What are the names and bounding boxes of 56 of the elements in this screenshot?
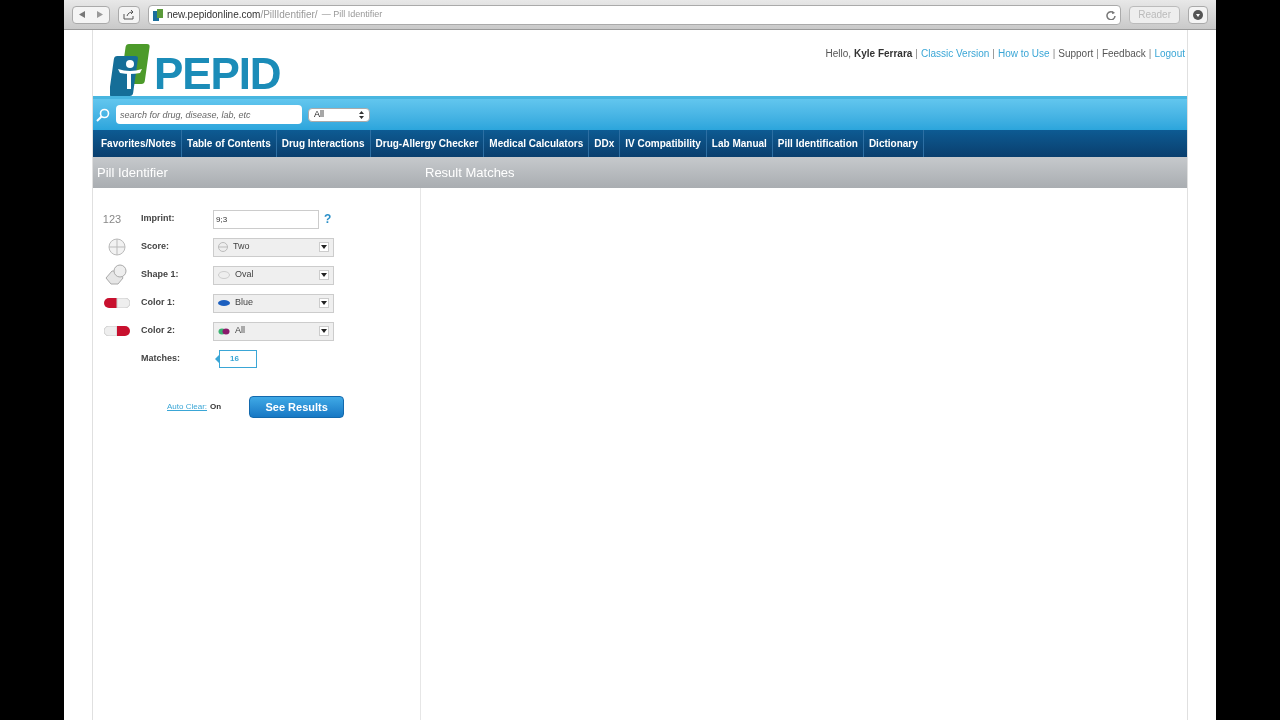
auto-clear-state: On (210, 401, 222, 413)
field-label: Score: (141, 240, 170, 254)
url-text: new.pepidonline.com/PillIdentifier/ (167, 8, 318, 22)
separator-text: | (992, 47, 995, 61)
scope-dropdown[interactable]: All (308, 107, 370, 122)
caret-icon (321, 245, 327, 249)
separator-text: | (915, 47, 918, 61)
field-label: Color 1: (141, 296, 176, 310)
logo[interactable]: PEPID (110, 38, 281, 96)
pointer-icon (215, 355, 219, 363)
capsule-icon (104, 326, 130, 336)
panel-title: Pill Identifier (97, 163, 169, 182)
caret-icon (321, 329, 327, 333)
caret-icon (321, 273, 327, 277)
back-forward-buttons[interactable] (72, 5, 110, 24)
separator-text: | (1148, 47, 1152, 61)
user-name: Kyle Ferrara (854, 47, 913, 61)
share-icon (123, 9, 135, 20)
crosshair-circle-icon (108, 238, 126, 256)
oval-icon (218, 300, 230, 306)
search-field[interactable]: search for drug, disease, lab, etc (116, 105, 302, 124)
separator-text: | (1052, 47, 1056, 61)
address-bar[interactable]: new.pepidonline.com/PillIdentifier/ — Pill Identifier (148, 4, 1122, 25)
stepper-arrows-icon (359, 110, 364, 119)
matches-count: 16 (219, 350, 257, 368)
separator-text: | (1096, 47, 1099, 61)
multicolor-pill-icon (218, 327, 230, 335)
caret-icon (321, 301, 327, 305)
field-label: Imprint: (141, 212, 176, 226)
logo-text: PEPID (154, 52, 281, 96)
search-icon (96, 107, 110, 122)
select-field[interactable]: Oval (213, 265, 334, 285)
header-link[interactable]: Feedback (1101, 46, 1146, 61)
field-label: Shape 1: (141, 268, 180, 282)
field-label: Color 2: (141, 324, 176, 338)
reload-icon[interactable] (1106, 9, 1117, 20)
header-link[interactable]: Support (1058, 46, 1094, 61)
logo-mark-icon (110, 44, 152, 96)
capsule-icon (104, 298, 130, 308)
imprint-field[interactable]: 9;3 (213, 209, 319, 229)
help-icon[interactable]: ? (324, 210, 332, 228)
greeting-text: Hello, (825, 47, 851, 61)
see-results-button[interactable]: See Results (249, 396, 345, 418)
oval-icon (218, 271, 230, 279)
pill-shapes-icon (105, 264, 129, 286)
field-label: Matches: (141, 352, 181, 366)
download-icon (1193, 9, 1203, 20)
site-icon (153, 8, 163, 21)
share-button[interactable] (118, 5, 140, 24)
select-field[interactable]: Blue (213, 293, 334, 313)
number-icon: 123 (102, 210, 122, 228)
select-field[interactable]: Two (213, 237, 334, 257)
select-field[interactable]: All (213, 321, 334, 341)
panel-title: Result Matches (425, 163, 515, 182)
page-title: — Pill Identifier (321, 7, 383, 21)
downloads-button[interactable] (1188, 5, 1208, 24)
